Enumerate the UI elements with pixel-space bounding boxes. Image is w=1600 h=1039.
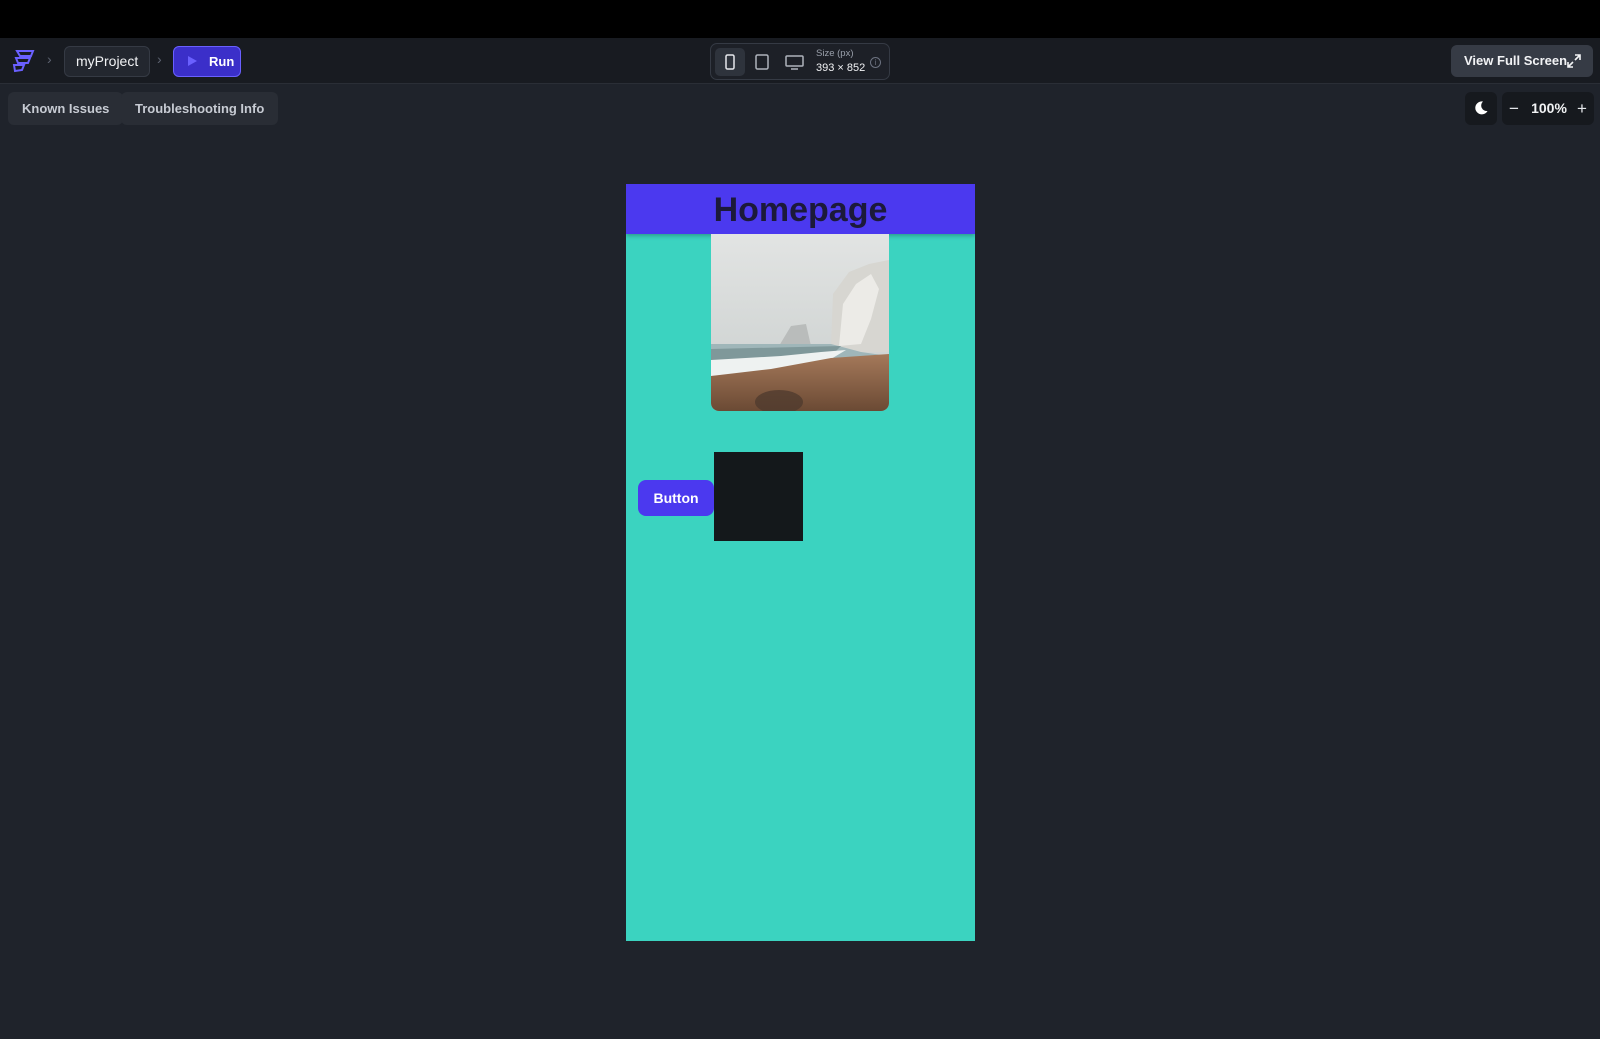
chevron-right-icon: › — [157, 51, 162, 67]
dark-container — [714, 452, 803, 541]
plus-icon[interactable]: + — [1573, 92, 1591, 125]
play-icon — [188, 56, 197, 66]
size-value: 393 × 852 — [816, 62, 866, 74]
tablet-view-button[interactable] — [747, 48, 777, 76]
expand-icon — [1567, 54, 1581, 68]
desktop-icon — [785, 55, 804, 70]
info-icon[interactable]: i — [870, 57, 881, 68]
troubleshooting-info-button[interactable]: Troubleshooting Info — [121, 92, 279, 125]
run-label: Run — [209, 54, 235, 69]
beach-cliff-image — [711, 234, 889, 411]
logo-icon[interactable] — [11, 49, 37, 73]
run-button[interactable]: Run — [173, 46, 241, 77]
tablet-icon — [755, 54, 769, 70]
app-preview-frame[interactable]: Homepage Button — [626, 184, 975, 941]
known-issues-button[interactable]: Known Issues — [8, 92, 124, 125]
view-full-screen-label: View Full Screen — [1464, 53, 1568, 68]
primary-button-label: Button — [653, 490, 699, 506]
app-bar: Homepage — [626, 184, 975, 234]
device-size-selector: Size (px) 393 × 852 i — [710, 43, 890, 80]
desktop-view-button[interactable] — [779, 48, 809, 76]
known-issues-label: Known Issues — [22, 101, 110, 116]
troubleshooting-info-label: Troubleshooting Info — [135, 101, 265, 116]
project-name-button[interactable]: myProject — [64, 46, 151, 77]
project-name-label: myProject — [76, 53, 139, 69]
page-title: Homepage — [713, 191, 888, 229]
phone-icon — [725, 54, 735, 70]
window-top-band — [0, 0, 1600, 38]
primary-button[interactable]: Button — [638, 480, 714, 516]
top-toolbar: › myProject › Run Size (px) 393 × 852 i — [0, 38, 1600, 84]
chevron-right-icon: › — [47, 51, 52, 67]
moon-icon — [1475, 101, 1488, 115]
view-full-screen-button[interactable]: View Full Screen — [1451, 45, 1593, 77]
zoom-control: − 100% + — [1502, 92, 1594, 125]
size-label: Size (px) — [816, 48, 854, 59]
theme-toggle-button[interactable] — [1465, 92, 1497, 125]
phone-view-button[interactable] — [715, 48, 745, 76]
zoom-level: 100% — [1531, 100, 1567, 116]
minus-icon[interactable]: − — [1505, 92, 1523, 125]
